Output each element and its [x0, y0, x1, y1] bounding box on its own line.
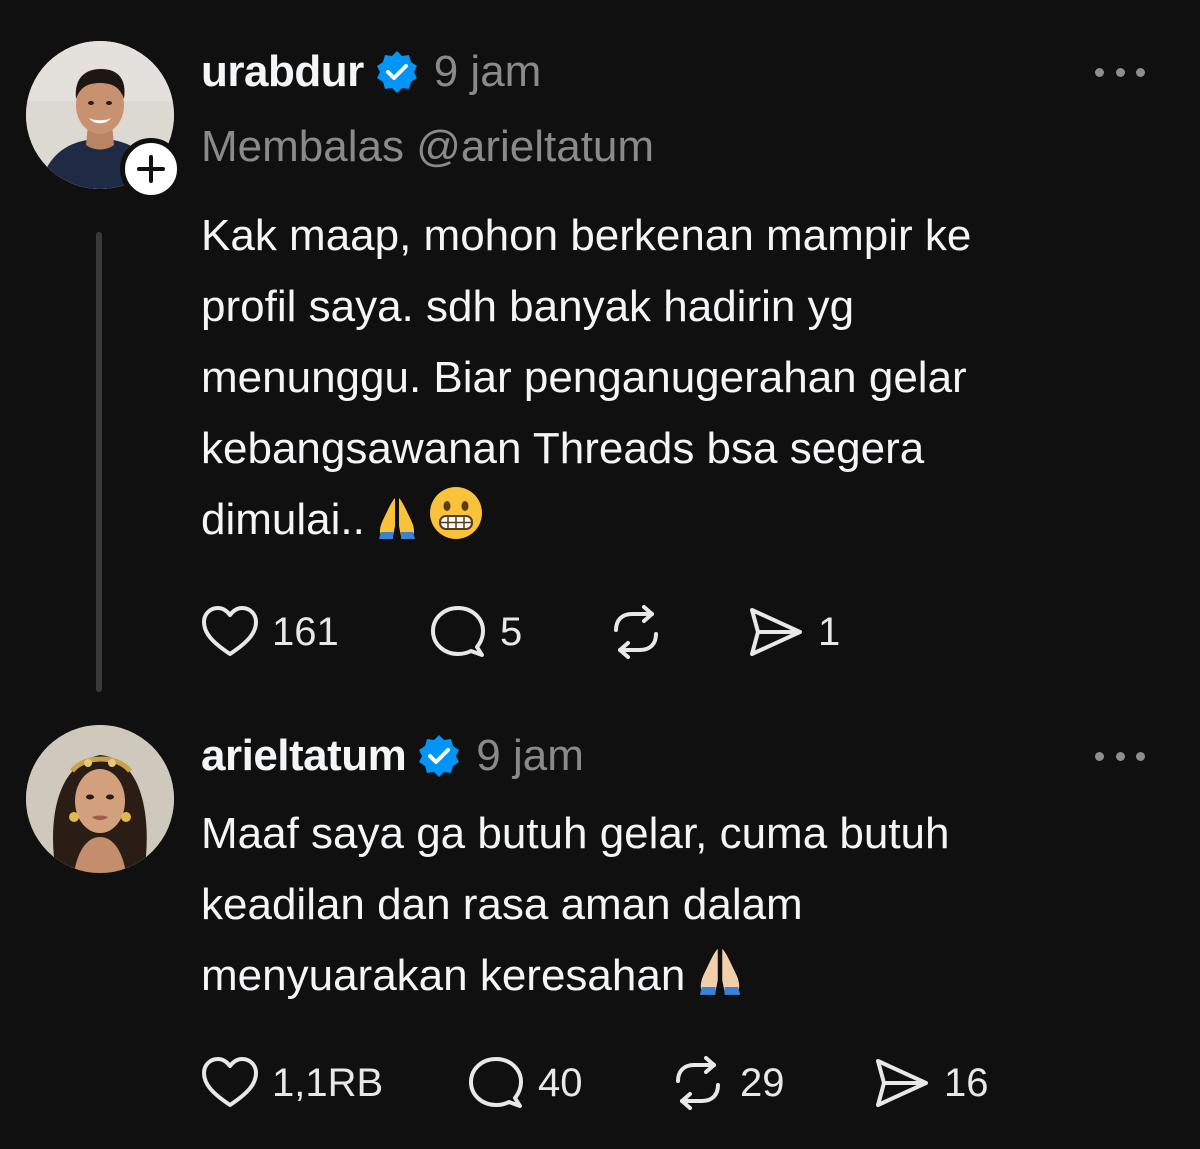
more-dots-icon[interactable] — [1095, 746, 1145, 766]
folded-hands-emoji-icon — [373, 490, 421, 561]
timestamp: 9 jam — [433, 47, 542, 96]
post-body: Kak maap, mohon berkenan mampir ke profi… — [201, 200, 1121, 561]
post-body-line: menyuarakan keresahan — [201, 951, 686, 1000]
verified-badge-icon — [416, 733, 462, 779]
like-button[interactable]: 1,1RB — [200, 1055, 466, 1111]
like-button[interactable]: 161 — [200, 604, 428, 660]
reply-button[interactable]: 5 — [428, 604, 606, 660]
share-button[interactable]: 16 — [872, 1055, 989, 1111]
repost-button[interactable]: 29 — [668, 1055, 872, 1111]
post-body-line: keadilan dan rasa aman dalam — [201, 880, 803, 929]
username[interactable]: arieltatum — [201, 731, 407, 781]
post-body: Maaf saya ga butuh gelar, cuma butuh kea… — [201, 798, 1121, 1017]
follow-button[interactable] — [120, 138, 182, 200]
share-count: 16 — [944, 1060, 989, 1105]
like-count: 161 — [272, 609, 339, 654]
share-count: 1 — [818, 609, 841, 654]
post-actions: 1,1RB 40 29 16 — [200, 1053, 989, 1113]
heart-icon — [202, 1057, 258, 1107]
thread-post-urabdur: urabdur 9 jam Membalas @arieltatum Kak m… — [0, 0, 1200, 700]
comment-bubble-icon — [431, 606, 485, 657]
share-button[interactable]: 1 — [746, 604, 840, 660]
thread-connector-line — [96, 232, 102, 692]
thread-post-arieltatum: arieltatum 9 jam Maaf saya ga butuh gela… — [0, 700, 1200, 1149]
post-body-line: profil saya. sdh banyak hadirin yg — [201, 282, 855, 331]
more-dots-icon[interactable] — [1095, 62, 1145, 82]
avatar-image — [26, 725, 174, 873]
username[interactable]: urabdur — [201, 47, 364, 97]
post-body-last-line: menyuarakan keresahan — [201, 940, 1121, 1017]
heart-icon — [202, 606, 258, 656]
like-count: 1,1RB — [272, 1060, 384, 1105]
repost-arrows-icon — [614, 605, 658, 659]
grinning-face-emoji-icon — [429, 486, 483, 561]
post-body-line: menunggu. Biar penganugerahan gelar — [201, 353, 967, 402]
post-body-line: dimulai.. — [201, 495, 365, 544]
repost-button[interactable] — [606, 604, 746, 660]
post-actions: 161 5 1 — [200, 602, 840, 662]
repost-count: 29 — [740, 1060, 785, 1105]
send-icon — [876, 1059, 928, 1107]
post-header: arieltatum 9 jam — [201, 726, 584, 786]
plus-icon — [137, 155, 165, 183]
reply-button[interactable]: 40 — [466, 1055, 668, 1111]
avatar-arieltatum[interactable] — [26, 725, 174, 873]
post-body-line: Maaf saya ga butuh gelar, cuma butuh — [201, 809, 950, 858]
post-body-line: Kak maap, mohon berkenan mampir ke — [201, 211, 972, 260]
replying-to-label[interactable]: Membalas @arieltatum — [201, 122, 654, 172]
folded-hands-light-skin-emoji-icon — [693, 942, 747, 1017]
comment-bubble-icon — [469, 1057, 523, 1108]
repost-arrows-icon — [676, 1056, 720, 1110]
timestamp: 9 jam — [476, 731, 584, 780]
verified-badge-icon — [374, 49, 420, 95]
reply-count: 40 — [538, 1060, 583, 1105]
post-header: urabdur 9 jam — [201, 42, 541, 102]
post-body-line: kebangsawanan Threads bsa segera — [201, 424, 925, 473]
reply-count: 5 — [500, 609, 523, 654]
send-icon — [750, 608, 802, 656]
post-body-last-line: dimulai.. — [201, 484, 1121, 561]
